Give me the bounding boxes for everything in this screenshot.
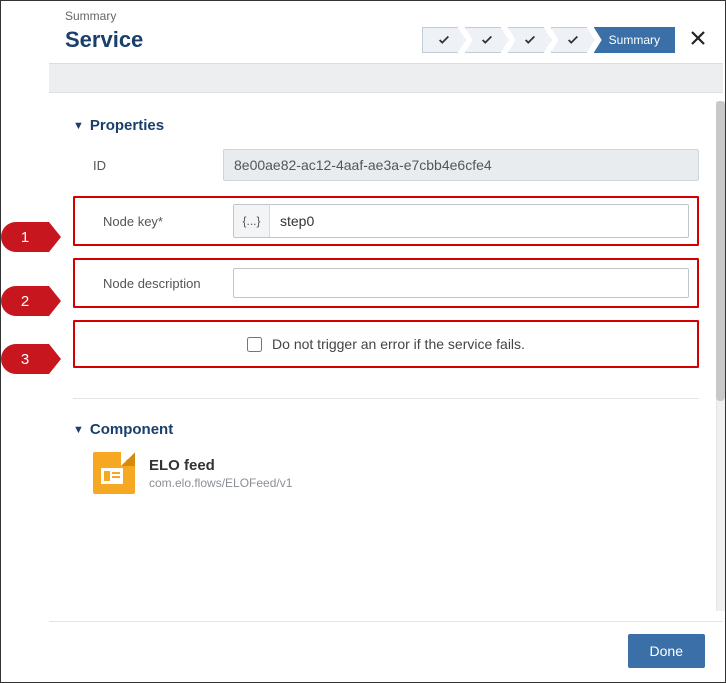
chevron-down-icon: ▼ [73, 120, 84, 132]
check-icon [566, 33, 580, 47]
suppress-error-label[interactable]: Do not trigger an error if the service f… [272, 336, 525, 352]
breadcrumb: Summary [49, 3, 723, 25]
wizard-step-summary[interactable]: Summary [594, 27, 675, 53]
node-key-row: Node key* {...} [83, 204, 689, 238]
callout-badge: 2 [1, 286, 49, 316]
component-item: ELO feed com.elo.flows/ELOFeed/v1 [73, 452, 699, 494]
check-icon [523, 33, 537, 47]
service-summary-panel: Summary Service Summary [49, 3, 723, 680]
node-key-input[interactable] [270, 205, 688, 237]
callout-badge: 1 [1, 222, 49, 252]
wizard-step-1[interactable] [422, 27, 466, 53]
properties-section-title: Properties [90, 117, 164, 134]
callout-2: 2 [1, 284, 55, 318]
done-button[interactable]: Done [628, 634, 705, 668]
error-checkbox-row: Do not trigger an error if the service f… [83, 328, 689, 360]
wizard-step-3[interactable] [508, 27, 552, 53]
section-divider [73, 398, 699, 399]
panel-header: Service Summary [49, 25, 723, 63]
page-title: Service [65, 27, 143, 53]
component-text: ELO feed com.elo.flows/ELOFeed/v1 [149, 457, 292, 490]
check-icon [437, 33, 451, 47]
id-row: ID 8e00ae82-ac12-4aaf-ae3a-e7cbb4e6cfe4 [73, 148, 699, 182]
suppress-error-checkbox[interactable] [247, 337, 262, 352]
expression-button[interactable]: {...} [234, 205, 270, 237]
node-description-row: Node description [83, 266, 689, 300]
close-button[interactable] [689, 29, 707, 51]
feed-icon [93, 452, 135, 494]
close-icon [689, 29, 707, 47]
component-path: com.elo.flows/ELOFeed/v1 [149, 476, 292, 490]
node-key-label: Node key* [83, 214, 233, 229]
wizard-steps: Summary [423, 27, 675, 53]
properties-section-toggle[interactable]: ▼ Properties [73, 117, 699, 134]
node-key-input-group: {...} [233, 204, 689, 238]
highlight-node-key: Node key* {...} [73, 196, 699, 246]
component-name: ELO feed [149, 457, 292, 474]
toolbar-ribbon [49, 63, 723, 93]
content-scroll: ▼ Properties ID 8e00ae82-ac12-4aaf-ae3a-… [49, 93, 723, 621]
node-description-input[interactable] [233, 268, 689, 298]
id-label: ID [73, 158, 223, 173]
wizard-step-2[interactable] [465, 27, 509, 53]
callout-badge: 3 [1, 344, 49, 374]
highlight-error-option: Do not trigger an error if the service f… [73, 320, 699, 368]
scrollbar-thumb[interactable] [716, 101, 725, 401]
callout-3: 3 [1, 342, 55, 376]
callout-1: 1 [1, 220, 55, 254]
id-value: 8e00ae82-ac12-4aaf-ae3a-e7cbb4e6cfe4 [223, 149, 699, 181]
node-description-label: Node description [83, 276, 233, 291]
check-icon [480, 33, 494, 47]
component-section-toggle[interactable]: ▼ Component [73, 421, 699, 438]
wizard-step-4[interactable] [551, 27, 595, 53]
panel-footer: Done [49, 621, 723, 680]
chevron-down-icon: ▼ [73, 424, 84, 436]
component-section-title: Component [90, 421, 173, 438]
highlight-node-description: Node description [73, 258, 699, 308]
